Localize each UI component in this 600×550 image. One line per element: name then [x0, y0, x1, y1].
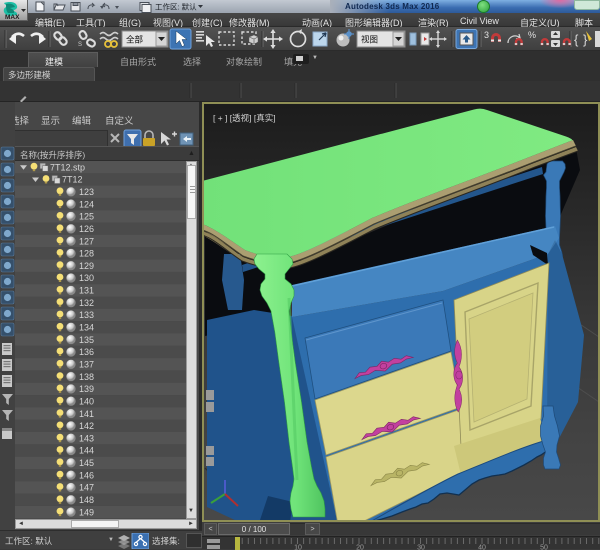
svg-text:149: 149	[79, 507, 94, 517]
svg-text:134: 134	[79, 323, 94, 333]
svg-text:136: 136	[79, 347, 94, 357]
svg-text:124: 124	[79, 199, 94, 209]
svg-text:10: 10	[294, 545, 302, 550]
svg-text:3: 3	[484, 30, 489, 40]
svg-text:7T12.stp: 7T12.stp	[50, 162, 85, 172]
svg-text:147: 147	[79, 483, 94, 493]
svg-text:50: 50	[540, 545, 548, 550]
svg-text:135: 135	[79, 335, 94, 345]
svg-text:MAX: MAX	[5, 14, 20, 21]
svg-text:123: 123	[79, 187, 94, 197]
svg-text:30: 30	[417, 545, 425, 550]
svg-text:138: 138	[79, 372, 94, 382]
svg-text:144: 144	[79, 446, 94, 456]
svg-text:%: %	[528, 30, 536, 40]
svg-text:7T12: 7T12	[62, 175, 83, 185]
svg-text:145: 145	[79, 458, 94, 468]
svg-text:130: 130	[79, 273, 94, 283]
svg-text:140: 140	[79, 396, 94, 406]
svg-text:S: S	[78, 42, 82, 48]
svg-text:126: 126	[79, 224, 94, 234]
svg-text:全部: 全部	[126, 35, 144, 45]
svg-text:131: 131	[79, 286, 94, 296]
svg-text:20: 20	[356, 545, 364, 550]
svg-text:139: 139	[79, 384, 94, 394]
svg-text:128: 128	[79, 249, 94, 259]
svg-text:133: 133	[79, 310, 94, 320]
svg-text:142: 142	[79, 421, 94, 431]
svg-text:143: 143	[79, 433, 94, 443]
svg-text:视图: 视图	[361, 35, 378, 45]
svg-text:{: {	[574, 32, 579, 47]
svg-text:148: 148	[79, 495, 94, 505]
svg-text:132: 132	[79, 298, 94, 308]
svg-text:40: 40	[478, 545, 486, 550]
svg-text:146: 146	[79, 470, 94, 480]
svg-text:125: 125	[79, 212, 94, 222]
svg-text:129: 129	[79, 261, 94, 271]
svg-text:工作区: 默认: 工作区: 默认	[155, 2, 197, 12]
svg-text:127: 127	[79, 236, 94, 246]
svg-text:141: 141	[79, 409, 94, 419]
svg-text:137: 137	[79, 360, 94, 370]
